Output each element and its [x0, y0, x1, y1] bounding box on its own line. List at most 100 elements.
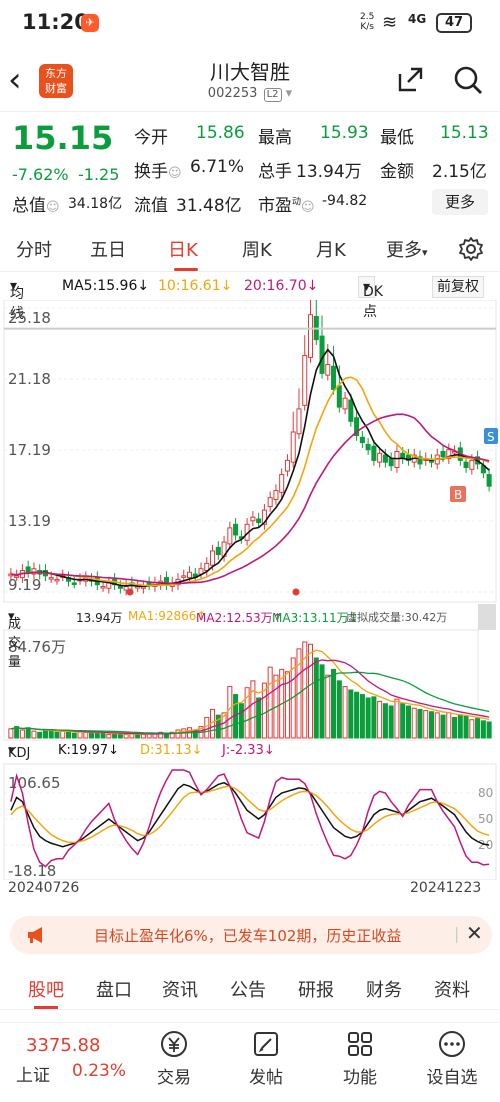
mcap-label: 总值☺ [12, 196, 60, 216]
volume-bar [365, 697, 371, 739]
subtab-profile[interactable]: 资料 [434, 976, 470, 1002]
nav-add-watchlist[interactable]: 设自选 [422, 1029, 482, 1088]
tab-weekly-k[interactable]: 周K [242, 236, 272, 262]
index-name[interactable]: 上证 [16, 1061, 50, 1086]
promo-banner[interactable]: 目标止盈年化6%，已发车102期，历史正收益 | ✕ [10, 916, 492, 954]
nav-trade[interactable]: 交易 [144, 1029, 204, 1088]
subtab-pankou[interactable]: 盘口 [96, 976, 132, 1002]
index-value[interactable]: 3375.88 [26, 1035, 100, 1056]
volume-bar [354, 691, 360, 739]
price-tick-label: 13.19 [8, 512, 51, 530]
tab-more[interactable]: 更多▾ [386, 236, 428, 262]
candle-body [273, 490, 279, 500]
status-time: 11:20 [22, 10, 89, 34]
ma-selector[interactable]: 均线 ▾ [10, 278, 24, 322]
volume-bar [342, 686, 348, 739]
high-label: 最高 [258, 128, 292, 148]
adjust-button[interactable]: 前复权 [432, 276, 484, 298]
price-tick-label: 21.18 [8, 370, 51, 388]
turnover-value: 6.71% [190, 157, 245, 177]
wifi-icon: ≋ [382, 12, 398, 33]
turnover-label: 换手☺ [134, 162, 182, 182]
level2-badge: L2 [263, 88, 282, 102]
dk-point-button[interactable]: DK点 ▾ [358, 276, 383, 320]
price-panel-frame [3, 300, 497, 603]
index-percent[interactable]: 0.23% [72, 1061, 126, 1081]
candle-body [146, 582, 152, 586]
nav-functions-label: 功能 [343, 1068, 377, 1088]
volume-bar [250, 680, 256, 739]
volume-bar [89, 732, 95, 739]
volume-bar [60, 730, 66, 739]
stock-chart[interactable]: 25.1821.1817.1913.199.19SB84.76万106.65-1… [0, 300, 500, 880]
start-date: 20240726 [8, 880, 80, 896]
bottom-nav: 3375.88 上证 0.23% 交易 发帖 功能 设自选 [0, 1022, 500, 1102]
volume-bar [54, 731, 60, 739]
megaphone-icon [28, 927, 42, 943]
volume-bar [25, 727, 31, 739]
volume-bar [359, 694, 365, 739]
candle-body [440, 451, 446, 458]
period-tabs: 分时 五日 日K 周K 月K 更多▾ [0, 228, 500, 272]
amount-value: 2.15亿 [432, 162, 487, 182]
candle-body [267, 497, 273, 508]
candle-body [296, 408, 302, 435]
candle-body [302, 355, 308, 406]
stock-code[interactable]: 002253 L2 ▾ [0, 86, 500, 102]
search-icon[interactable] [452, 64, 484, 96]
low-value: 15.13 [440, 123, 489, 143]
candle-body [250, 516, 256, 522]
kdj-selector[interactable]: KDJ ▾ [8, 743, 30, 761]
volume-value: 13.94万 [296, 162, 362, 182]
nav-functions[interactable]: 功能 [330, 1029, 390, 1088]
more-quote-button[interactable]: 更多 [432, 189, 488, 215]
subtab-guba[interactable]: 股吧 [28, 976, 64, 1002]
signal-indicator: 4G [408, 12, 427, 26]
share-icon[interactable] [396, 66, 424, 94]
kdj-right-tick: 80 [478, 786, 493, 800]
subtab-news[interactable]: 资讯 [162, 976, 198, 1002]
ma20-value: 20:16.70↓ [244, 278, 319, 294]
candle-body [325, 363, 331, 376]
volume-bar [106, 734, 112, 739]
grid-icon [348, 1032, 372, 1056]
candle-body [48, 577, 54, 580]
price-tick-label: 17.19 [8, 441, 51, 459]
volume-bar [37, 731, 43, 739]
gear-icon[interactable] [458, 236, 484, 262]
tab-daily-k[interactable]: 日K [168, 236, 198, 262]
volume-bar [371, 696, 377, 739]
subtab-announcements[interactable]: 公告 [230, 976, 266, 1002]
open-value: 15.86 [196, 123, 245, 143]
active-tab-indicator [174, 268, 198, 271]
float-value: 31.48亿 [176, 196, 242, 216]
candle-body [463, 461, 469, 468]
vol-ma2-line [10, 659, 490, 735]
nav-post[interactable]: 发帖 [236, 1029, 296, 1088]
volume-bar [469, 719, 475, 739]
amount-label: 金额 [380, 162, 414, 182]
close-icon[interactable]: ✕ [466, 921, 483, 945]
ma10-line [10, 376, 490, 587]
volume-bar [440, 714, 446, 739]
volume-bar [204, 716, 210, 739]
subtab-research[interactable]: 研报 [298, 976, 334, 1002]
vol-ma2: MA2:12.53万↑ [196, 611, 283, 625]
volume-bar [486, 721, 492, 739]
kdj-j: J:-2.33↓ [222, 743, 275, 758]
candle-body [233, 523, 239, 536]
tab-monthly-k[interactable]: 月K [316, 236, 346, 262]
volume-bar [428, 711, 435, 739]
volume-label: 总手 [258, 162, 292, 182]
tab-five-day[interactable]: 五日 [90, 236, 126, 262]
candle-body [342, 397, 348, 410]
volume-selector[interactable]: 成交量 ▾ [8, 609, 21, 670]
volume-bar [434, 712, 440, 739]
subtab-finance[interactable]: 财务 [366, 976, 402, 1002]
volume-bar [480, 720, 486, 739]
tab-intraday[interactable]: 分时 [16, 236, 52, 262]
candle-body [371, 445, 377, 461]
stock-name: 川大智胜 [210, 60, 290, 84]
volume-bar [175, 729, 181, 739]
pe-value: -94.82 [322, 193, 368, 209]
